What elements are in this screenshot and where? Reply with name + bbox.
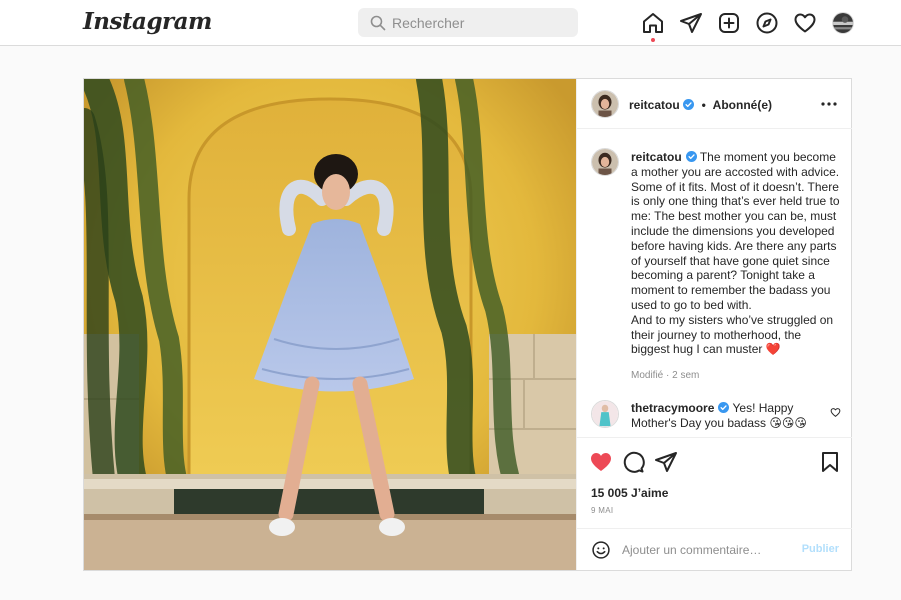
nav-icons bbox=[641, 11, 861, 42]
top-navigation-bar: Instagram bbox=[0, 0, 901, 46]
caption-username[interactable]: reitcatou bbox=[631, 150, 682, 164]
post-card: reitcatou • Abonné(e) reitcatou The mome… bbox=[83, 78, 852, 571]
author-avatar[interactable] bbox=[591, 90, 619, 118]
share-icon[interactable] bbox=[654, 450, 678, 474]
caption-author-avatar[interactable] bbox=[591, 148, 619, 176]
search-icon bbox=[370, 15, 386, 31]
instagram-logo[interactable]: Instagram bbox=[83, 8, 212, 35]
search-box[interactable] bbox=[358, 8, 578, 37]
post-photo[interactable] bbox=[84, 79, 576, 570]
comment-like-heart-icon[interactable] bbox=[830, 407, 841, 418]
header-separator: • bbox=[701, 98, 706, 112]
save-bookmark-icon[interactable] bbox=[818, 450, 842, 474]
new-post-icon[interactable] bbox=[717, 11, 741, 35]
more-options-icon[interactable] bbox=[820, 97, 838, 111]
comment-username[interactable]: thetracymoore bbox=[631, 401, 714, 415]
publish-button[interactable]: Publier bbox=[802, 543, 839, 555]
post-side-panel: reitcatou • Abonné(e) reitcatou The mome… bbox=[576, 79, 852, 570]
verified-badge-icon bbox=[685, 151, 697, 162]
post-date[interactable]: 9 MAI bbox=[591, 506, 613, 515]
follow-status[interactable]: Abonné(e) bbox=[713, 98, 772, 112]
home-icon[interactable] bbox=[641, 11, 665, 42]
kiss-emoji: 😘😘😘 bbox=[769, 415, 807, 430]
add-comment-input[interactable] bbox=[622, 540, 792, 560]
direct-message-icon[interactable] bbox=[679, 11, 703, 35]
post-image bbox=[84, 79, 576, 570]
caption-text-part2: And to my sisters who’ve struggled on th… bbox=[631, 312, 834, 357]
comment-icon[interactable] bbox=[621, 450, 645, 474]
verified-badge-icon bbox=[682, 99, 694, 110]
add-comment-bar: Publier bbox=[577, 528, 852, 571]
explore-icon[interactable] bbox=[755, 11, 779, 35]
emoji-picker-icon[interactable] bbox=[591, 540, 611, 560]
like-heart-icon[interactable] bbox=[589, 450, 613, 474]
post-header: reitcatou • Abonné(e) bbox=[577, 79, 852, 129]
caption-meta: Modifié · 2 sem bbox=[631, 370, 700, 382]
comment-item: thetracymoore Yes! Happy Mother's Day yo… bbox=[631, 401, 827, 431]
caption-text-part1: The moment you become a mother you are a… bbox=[631, 150, 840, 312]
red-heart-emoji: ❤️ bbox=[765, 342, 781, 357]
likes-count[interactable]: 15 005 J’aime bbox=[591, 486, 668, 500]
comments-section: reitcatou The moment you become a mother… bbox=[577, 130, 852, 437]
activity-heart-icon[interactable] bbox=[793, 11, 817, 35]
post-caption: reitcatou The moment you become a mother… bbox=[631, 150, 843, 384]
profile-avatar[interactable] bbox=[832, 12, 854, 34]
verified-badge-icon bbox=[718, 402, 730, 413]
notification-dot bbox=[651, 38, 655, 42]
commenter-avatar[interactable] bbox=[591, 400, 619, 428]
search-input[interactable] bbox=[392, 8, 572, 37]
author-username[interactable]: reitcatou bbox=[629, 98, 680, 112]
post-actions: 15 005 J’aime 9 MAI Publier bbox=[577, 437, 852, 570]
author-line: reitcatou • Abonné(e) bbox=[629, 96, 772, 112]
